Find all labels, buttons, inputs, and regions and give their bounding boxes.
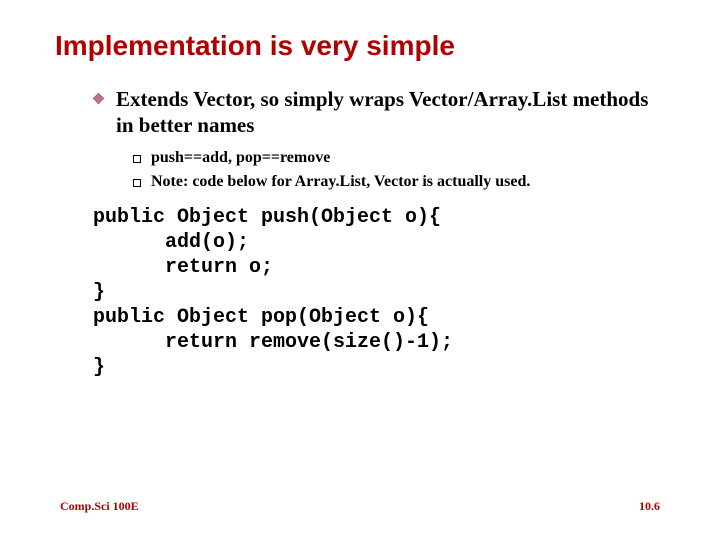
main-bullet-container: Extends Vector, so simply wraps Vector/A… — [93, 86, 665, 191]
sub-text: push==add, pop==remove — [151, 149, 330, 167]
sub-item: push==add, pop==remove — [133, 149, 665, 167]
square-bullet-icon — [133, 155, 141, 163]
diamond-bullet-icon — [93, 93, 104, 104]
slide-title: Implementation is very simple — [55, 30, 665, 62]
footer-page-number: 10.6 — [639, 499, 660, 514]
bullet-item: Extends Vector, so simply wraps Vector/A… — [93, 86, 665, 139]
code-block: public Object push(Object o){ add(o); re… — [93, 205, 665, 380]
sub-bullet-list: push==add, pop==remove Note: code below … — [133, 149, 665, 191]
slide-footer: Comp.Sci 100E 10.6 — [60, 499, 660, 514]
square-bullet-icon — [133, 179, 141, 187]
footer-course: Comp.Sci 100E — [60, 499, 139, 514]
sub-text: Note: code below for Array.List, Vector … — [151, 173, 530, 191]
sub-item: Note: code below for Array.List, Vector … — [133, 173, 665, 191]
bullet-text: Extends Vector, so simply wraps Vector/A… — [116, 86, 665, 139]
